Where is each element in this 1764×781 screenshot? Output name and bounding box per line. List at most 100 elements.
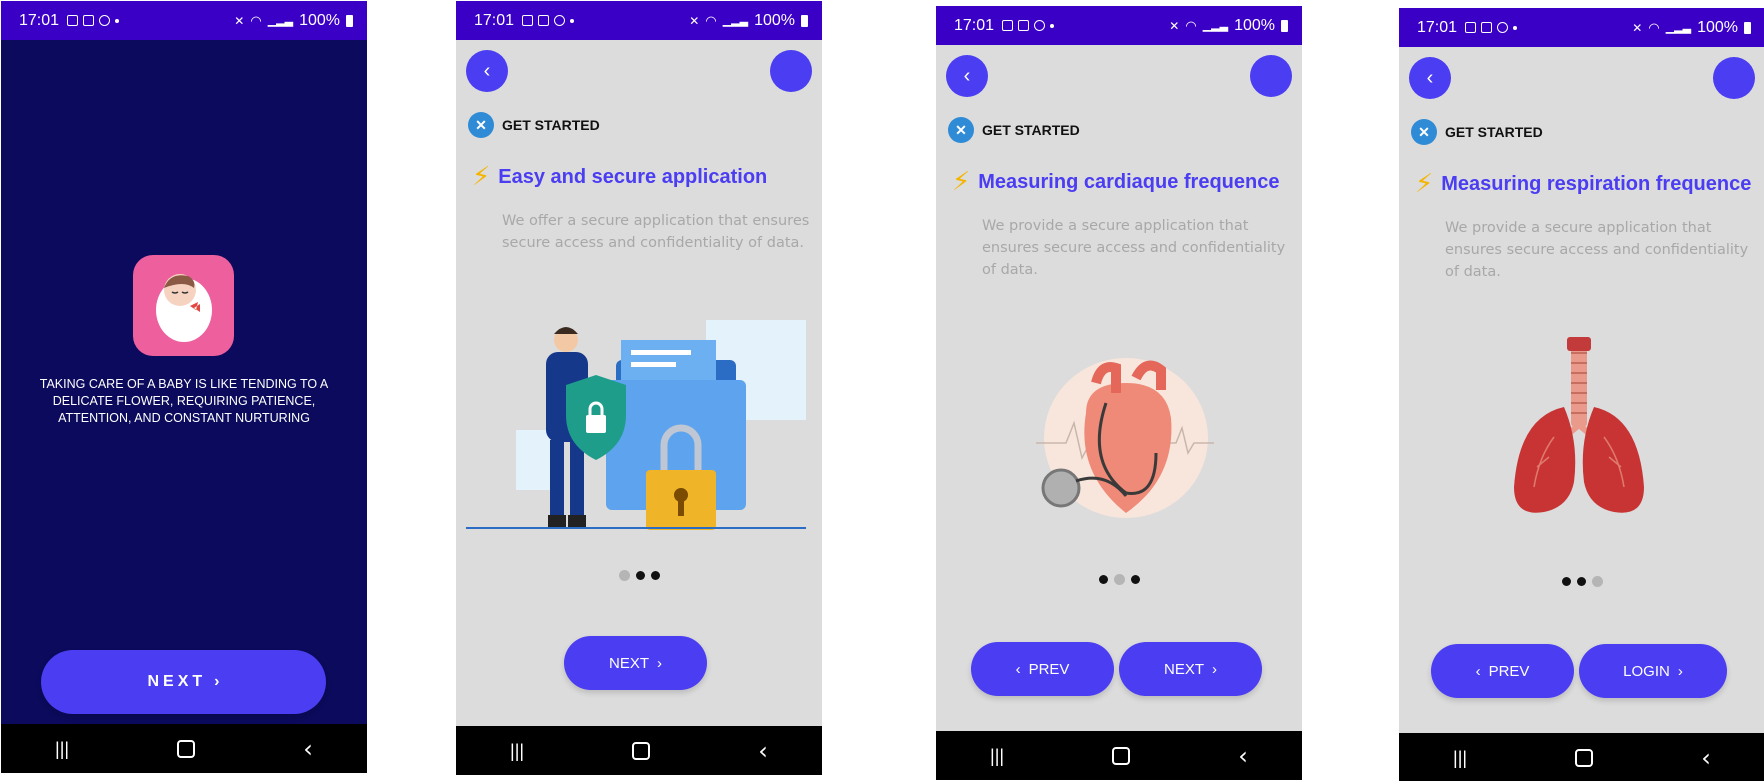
title-row: ⚡ Measuring cardiaque frequence — [952, 169, 1279, 195]
battery-text: 100% — [754, 11, 795, 29]
chevron-right-icon: › — [657, 654, 662, 672]
battery-text: 100% — [1234, 16, 1275, 34]
wifi-icon: ◠ — [250, 12, 262, 28]
status-right: ✕ ◠ ▁▂▃ 100% — [234, 12, 353, 30]
recent-apps-icon[interactable]: ||| — [55, 739, 69, 760]
next-button[interactable]: NEXT › — [564, 636, 707, 690]
status-right: ✕ ◠ ▁▂▃ 100% — [689, 12, 808, 30]
battery-text: 100% — [1697, 18, 1738, 36]
status-bar: 17:01 ✕ ◠ ▁▂▃ 100% — [1, 1, 367, 40]
onboarding-screen-2: 17:01 ✕ ◠ ▁▂▃ 100% ‹ ✕ GET STARTED ⚡ Mea… — [936, 6, 1302, 780]
back-nav-icon[interactable]: ‹ — [1701, 744, 1711, 772]
next-button[interactable]: NEXT › — [1119, 642, 1262, 696]
mute-icon: ✕ — [1169, 18, 1180, 33]
notification-icons — [1465, 22, 1518, 33]
notification-icons — [1002, 20, 1055, 31]
slide-title: Measuring cardiaque frequence — [978, 170, 1280, 193]
wifi-icon: ◠ — [1185, 17, 1197, 33]
chevron-right-icon: › — [1677, 662, 1683, 680]
page-dot — [618, 570, 630, 581]
title-row: ⚡ Easy and secure application — [472, 164, 767, 190]
bolt-icon: ⚡ — [472, 162, 491, 192]
page-dot — [1591, 576, 1603, 587]
page-indicator — [456, 570, 822, 581]
battery-icon — [801, 14, 808, 27]
status-right: ✕ ◠ ▁▂▃ 100% — [1169, 17, 1288, 35]
recent-apps-icon[interactable]: ||| — [990, 746, 1004, 767]
login-label: LOGIN — [1623, 662, 1670, 680]
slide-title: Easy and secure application — [498, 165, 768, 188]
menu-button[interactable] — [1250, 55, 1292, 97]
get-started-header: ✕ GET STARTED — [948, 117, 1080, 143]
next-label: NEXT — [147, 673, 207, 690]
back-nav-icon[interactable]: ‹ — [303, 735, 313, 763]
next-label: NEXT — [608, 654, 649, 672]
status-time: 17:01 — [474, 11, 515, 29]
app-logo — [133, 255, 234, 356]
battery-icon — [1744, 21, 1751, 34]
page-indicator — [1399, 576, 1764, 587]
prev-button[interactable]: ‹ PREV — [971, 642, 1114, 696]
slide-title: Measuring respiration frequence — [1441, 172, 1752, 195]
get-started-logo-icon: ✕ — [1411, 119, 1437, 145]
page-dot — [1576, 577, 1586, 586]
notification-icons — [522, 15, 575, 26]
battery-icon — [1281, 19, 1288, 32]
system-nav-bar: ||| ‹ — [1399, 733, 1764, 781]
menu-button[interactable] — [770, 50, 812, 92]
prev-label: PREV — [1028, 660, 1070, 678]
security-illustration — [466, 320, 806, 530]
back-button[interactable]: ‹ — [1409, 57, 1451, 99]
page-dot — [1098, 575, 1108, 584]
mute-icon: ✕ — [1632, 20, 1643, 35]
splash-tagline: TAKING CARE OF A BABY IS LIKE TENDING TO… — [39, 377, 329, 425]
chevron-left-icon: ‹ — [1426, 66, 1434, 89]
heart-illustration — [1036, 358, 1214, 518]
recent-apps-icon[interactable]: ||| — [1453, 748, 1467, 769]
status-bar: 17:01 ✕ ◠ ▁▂▃ 100% — [1399, 8, 1764, 47]
home-icon[interactable] — [1575, 749, 1594, 767]
slide-description: We offer a secure application that ensur… — [502, 213, 810, 251]
recent-apps-icon[interactable]: ||| — [510, 741, 524, 762]
chevron-left-icon: ‹ — [1475, 662, 1481, 680]
back-nav-icon[interactable]: ‹ — [1238, 742, 1248, 770]
status-bar: 17:01 ✕ ◠ ▁▂▃ 100% — [456, 1, 822, 40]
status-time: 17:01 — [19, 11, 60, 29]
chevron-right-icon: › — [214, 673, 220, 690]
prev-button[interactable]: ‹ PREV — [1431, 644, 1574, 698]
signal-icon: ▁▂▃ — [1202, 20, 1229, 32]
wifi-icon: ◠ — [1648, 19, 1660, 35]
onboarding-screen-1: 17:01 ✕ ◠ ▁▂▃ 100% ‹ ✕ GET STARTED ⚡ Eas… — [456, 1, 822, 775]
back-button[interactable]: ‹ — [946, 55, 988, 97]
home-icon[interactable] — [177, 740, 196, 758]
home-icon[interactable] — [632, 742, 651, 760]
get-started-header: ✕ GET STARTED — [1411, 119, 1543, 145]
get-started-label: GET STARTED — [502, 117, 600, 133]
bolt-icon: ⚡ — [952, 167, 971, 197]
home-icon[interactable] — [1112, 747, 1131, 765]
signal-icon: ▁▂▃ — [267, 15, 294, 27]
page-dot — [1561, 577, 1571, 586]
status-right: ✕ ◠ ▁▂▃ 100% — [1632, 19, 1751, 37]
page-dot — [650, 571, 660, 580]
bolt-icon: ⚡ — [1415, 169, 1434, 199]
system-nav-bar: ||| ‹ — [456, 726, 822, 775]
back-nav-icon[interactable]: ‹ — [758, 737, 768, 765]
next-label: NEXT — [1163, 660, 1204, 678]
back-button[interactable]: ‹ — [466, 50, 508, 92]
notification-icons — [67, 15, 120, 26]
menu-button[interactable] — [1713, 57, 1755, 99]
page-dot — [635, 571, 645, 580]
splash-next-button[interactable]: NEXT › — [41, 650, 326, 714]
lungs-illustration — [1514, 337, 1644, 513]
get-started-header: ✕ GET STARTED — [468, 112, 600, 138]
battery-text: 100% — [299, 11, 340, 29]
mute-icon: ✕ — [689, 13, 700, 28]
wifi-icon: ◠ — [705, 12, 717, 28]
status-time: 17:01 — [954, 16, 995, 34]
content-area: ‹ ✕ GET STARTED ⚡ Measuring cardiaque fr… — [936, 45, 1302, 731]
chevron-right-icon: › — [1212, 660, 1217, 678]
login-button[interactable]: LOGIN › — [1579, 644, 1727, 698]
chevron-left-icon: ‹ — [963, 64, 971, 87]
page-indicator — [936, 574, 1302, 585]
